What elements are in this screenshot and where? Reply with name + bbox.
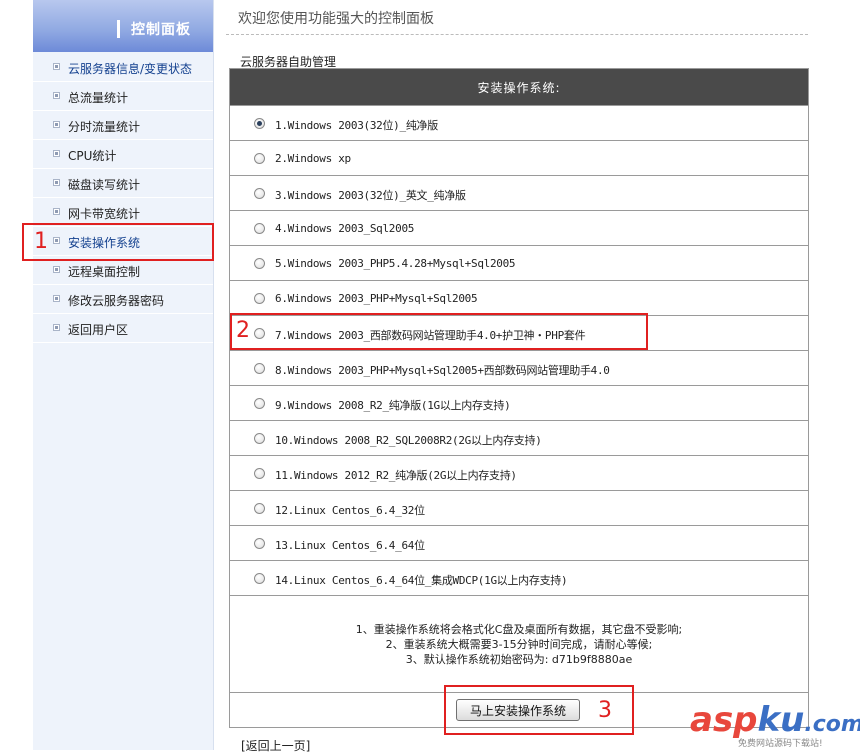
sidebar-menu: 云服务器信息/变更状态 总流量统计 分时流量统计 CPU统计 磁盘读写统计 网卡…: [33, 53, 213, 343]
sidebar-item-label: 云服务器信息/变更状态: [68, 62, 193, 76]
os-install-table: 安装操作系统: 1.Windows 2003(32位)_纯净版 2.Window…: [229, 68, 809, 728]
os-option-label[interactable]: 13.Linux Centos_6.4_64位: [275, 537, 425, 553]
radio-button[interactable]: [254, 223, 265, 234]
annotation-number-2: 2: [236, 318, 250, 343]
sidebar-item-disk-io[interactable]: 磁盘读写统计: [33, 169, 213, 198]
note-line: 2、重装系统大概需要3-15分钟时间完成，请耐心等候;: [385, 638, 653, 651]
page-title: 欢迎您使用功能强大的控制面板: [238, 11, 434, 27]
bullet-icon: [53, 121, 60, 128]
sidebar-item-label: CPU统计: [68, 149, 117, 163]
os-option-label[interactable]: 12.Linux Centos_6.4_32位: [275, 502, 425, 518]
radio-button[interactable]: [254, 153, 265, 164]
radio-button[interactable]: [254, 433, 265, 444]
os-option-label[interactable]: 14.Linux Centos_6.4_64位_集成WDCP(1G以上内存支持): [275, 572, 568, 588]
notes-lines: 1、重装操作系统将会格式化C盘及桌面所有数据，其它盘不受影响; 2、重装系统大概…: [230, 622, 808, 667]
sidebar-item-back-user-area[interactable]: 返回用户区: [33, 314, 213, 343]
radio-button[interactable]: [254, 118, 265, 129]
sidebar-item-change-password[interactable]: 修改云服务器密码: [33, 285, 213, 314]
os-option-label[interactable]: 11.Windows 2012_R2_纯净版(2G以上内存支持): [275, 467, 517, 483]
os-option-label[interactable]: 4.Windows 2003_Sql2005: [275, 222, 414, 235]
bullet-icon: [53, 150, 60, 157]
os-option-label[interactable]: 2.Windows xp: [275, 152, 351, 165]
radio-button[interactable]: [254, 293, 265, 304]
sidebar-item-label: 磁盘读写统计: [68, 178, 141, 192]
radio-button[interactable]: [254, 363, 265, 374]
os-option-row[interactable]: 4.Windows 2003_Sql2005: [230, 211, 808, 246]
sidebar-title: 控制面板: [131, 22, 191, 38]
back-link[interactable]: [返回上一页]: [241, 737, 310, 754]
sidebar-item-server-info[interactable]: 云服务器信息/变更状态: [33, 53, 213, 82]
os-option-label[interactable]: 8.Windows 2003_PHP+Mysql+Sql2005+西部数码网站管…: [275, 362, 610, 378]
title-divider: [226, 34, 808, 35]
radio-button[interactable]: [254, 538, 265, 549]
radio-button[interactable]: [254, 258, 265, 269]
os-option-label[interactable]: 3.Windows 2003(32位)_英文_纯净版: [275, 187, 466, 203]
os-option-row[interactable]: 14.Linux Centos_6.4_64位_集成WDCP(1G以上内存支持): [230, 561, 808, 596]
sidebar-item-total-traffic[interactable]: 总流量统计: [33, 82, 213, 111]
annotation-box-2: [230, 313, 648, 350]
sidebar-item-label: 返回用户区: [68, 323, 129, 337]
radio-button[interactable]: [254, 398, 265, 409]
radio-button[interactable]: [254, 573, 265, 584]
watermark-subtext: 免费网站源码下载站!: [738, 739, 823, 749]
bullet-icon: [53, 295, 60, 302]
os-option-label[interactable]: 6.Windows 2003_PHP+Mysql+Sql2005: [275, 292, 478, 305]
bullet-icon: [53, 92, 60, 99]
watermark-logo: aspku.com 免费网站源码下载站!: [690, 700, 860, 750]
os-option-row[interactable]: 5.Windows 2003_PHP5.4.28+Mysql+Sql2005: [230, 246, 808, 281]
os-option-label[interactable]: 9.Windows 2008_R2_纯净版(1G以上内存支持): [275, 397, 511, 413]
os-option-row[interactable]: 12.Linux Centos_6.4_32位: [230, 491, 808, 526]
watermark-logo-text: aspku.com: [690, 700, 860, 740]
annotation-box-1: [22, 223, 214, 261]
bullet-icon: [53, 63, 60, 70]
install-notes: 1、重装操作系统将会格式化C盘及桌面所有数据，其它盘不受影响; 2、重装系统大概…: [230, 596, 808, 693]
logo-part: ku: [757, 700, 805, 740]
radio-button[interactable]: [254, 188, 265, 199]
os-option-row[interactable]: 8.Windows 2003_PHP+Mysql+Sql2005+西部数码网站管…: [230, 351, 808, 386]
bullet-icon: [53, 324, 60, 331]
note-line: 1、重装操作系统将会格式化C盘及桌面所有数据，其它盘不受影响;: [355, 623, 683, 636]
os-option-label[interactable]: 5.Windows 2003_PHP5.4.28+Mysql+Sql2005: [275, 257, 516, 270]
radio-button[interactable]: [254, 468, 265, 479]
note-line: 3、默认操作系统初始密码为: d71b9f8880ae: [405, 653, 633, 666]
os-option-label[interactable]: 10.Windows 2008_R2_SQL2008R2(2G以上内存支持): [275, 432, 542, 448]
sidebar-item-label: 远程桌面控制: [68, 265, 141, 279]
os-option-row[interactable]: 2.Windows xp: [230, 141, 808, 176]
sidebar-item-hourly-traffic[interactable]: 分时流量统计: [33, 111, 213, 140]
sidebar-header-bar: [117, 20, 120, 38]
radio-button[interactable]: [254, 503, 265, 514]
sidebar-item-label: 分时流量统计: [68, 120, 141, 134]
sidebar-item-cpu[interactable]: CPU统计: [33, 140, 213, 169]
sidebar: 控制面板 云服务器信息/变更状态 总流量统计 分时流量统计 CPU统计 磁盘读写…: [33, 0, 214, 750]
sidebar-item-label: 网卡带宽统计: [68, 207, 141, 221]
os-option-row[interactable]: 6.Windows 2003_PHP+Mysql+Sql2005: [230, 281, 808, 316]
os-option-row[interactable]: 1.Windows 2003(32位)_纯净版: [230, 106, 808, 141]
os-option-row[interactable]: 10.Windows 2008_R2_SQL2008R2(2G以上内存支持): [230, 421, 808, 456]
sidebar-header: 控制面板: [33, 0, 213, 52]
sidebar-item-label: 总流量统计: [68, 91, 129, 105]
os-option-row[interactable]: 3.Windows 2003(32位)_英文_纯净版: [230, 176, 808, 211]
os-option-row[interactable]: 13.Linux Centos_6.4_64位: [230, 526, 808, 561]
annotation-number-3: 3: [598, 698, 612, 723]
annotation-number-1: 1: [34, 229, 48, 254]
os-option-row[interactable]: 9.Windows 2008_R2_纯净版(1G以上内存支持): [230, 386, 808, 421]
os-option-label[interactable]: 1.Windows 2003(32位)_纯净版: [275, 117, 438, 133]
bullet-icon: [53, 208, 60, 215]
sidebar-item-label: 修改云服务器密码: [68, 294, 165, 308]
bullet-icon: [53, 266, 60, 273]
os-option-row[interactable]: 11.Windows 2012_R2_纯净版(2G以上内存支持): [230, 456, 808, 491]
bullet-icon: [53, 179, 60, 186]
logo-part: asp: [690, 700, 758, 740]
os-table-heading: 安装操作系统:: [230, 69, 808, 106]
logo-part: .com: [804, 712, 860, 737]
